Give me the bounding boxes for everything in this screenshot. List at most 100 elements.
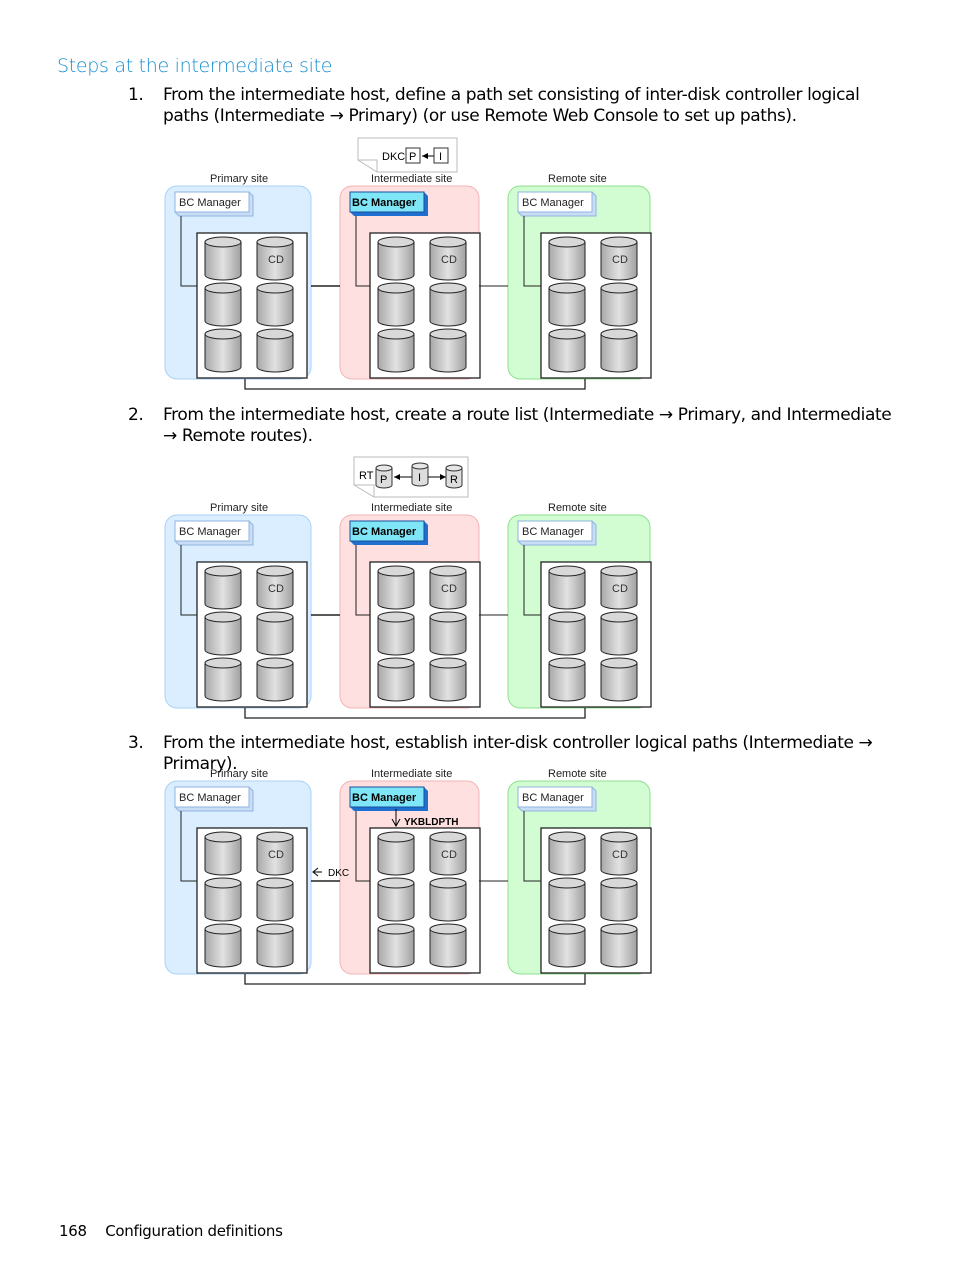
site-label: Remote site — [548, 502, 607, 514]
bc-manager-label: BC Manager — [352, 197, 417, 209]
command-label: YKBLDPTH — [404, 817, 458, 828]
disk-cylinder — [256, 877, 294, 922]
disk-cylinder — [377, 877, 415, 922]
site-label: Primary site — [210, 502, 268, 514]
disk-cylinder — [429, 657, 467, 702]
bc-manager-box: BC Manager — [517, 191, 597, 217]
site-label: Intermediate site — [371, 768, 452, 780]
disk-cylinder — [256, 328, 294, 373]
site-label: Remote site — [548, 768, 607, 780]
disk-cylinder: CD — [256, 831, 294, 876]
disk-cylinder — [600, 877, 638, 922]
link-primary-remote — [244, 379, 586, 390]
disk-cylinder: CD — [429, 831, 467, 876]
disk-cylinder — [548, 923, 586, 968]
disk-cylinder — [256, 657, 294, 702]
disk-cylinder — [548, 236, 586, 281]
disk-cylinder — [204, 611, 242, 656]
disk-cylinder — [204, 657, 242, 702]
disk-cylinder — [256, 611, 294, 656]
cd-label: CD — [441, 583, 457, 595]
bc-manager-label: BC Manager — [179, 792, 241, 804]
remote-site: Remote site BC Manager CD — [507, 502, 652, 709]
bc-manager-box: BC Manager — [517, 786, 597, 812]
disk-cylinder — [548, 657, 586, 702]
disk-cylinder: CD — [256, 236, 294, 281]
diagram-path-set: DKC P I Primary siteBC ManagerCDIntermed… — [164, 137, 652, 390]
disk-cylinder: CD — [600, 565, 638, 610]
bc-manager-box: BC Manager — [174, 786, 254, 812]
intermediate-site: Intermediate site BC Manager CD — [339, 768, 481, 975]
bc-manager-label: BC Manager — [522, 197, 584, 209]
disk-cylinder: CD — [429, 565, 467, 610]
site-label: Intermediate site — [371, 173, 452, 185]
disk-cylinder — [600, 282, 638, 327]
primary-site: Primary site BC Manager CD — [164, 502, 312, 709]
cd-label: CD — [268, 583, 284, 595]
callout-from: P — [409, 151, 416, 163]
bc-manager-label: BC Manager — [179, 197, 241, 209]
bc-manager-label: BC Manager — [179, 526, 241, 538]
cd-label: CD — [612, 849, 628, 861]
disk-cylinder — [600, 328, 638, 373]
disk-cylinder — [204, 328, 242, 373]
bc-manager-box: BC Manager — [349, 786, 428, 811]
disk-cylinder — [204, 877, 242, 922]
bc-manager-box: BC Manager — [174, 191, 254, 217]
route-remote-cylinder: R — [445, 464, 463, 489]
disk-cylinder — [377, 611, 415, 656]
disk-cylinder — [204, 923, 242, 968]
diagram-route-list: RT P I R Primary siteBC ManagerCDInterme… — [164, 456, 652, 719]
page-footer: 168 Configuration definitions — [59, 1222, 283, 1240]
cd-label: CD — [268, 254, 284, 266]
disk-cylinder — [256, 923, 294, 968]
disk-cylinder — [377, 565, 415, 610]
disk-cylinder: CD — [256, 565, 294, 610]
disk-cylinder — [548, 831, 586, 876]
disk-cylinder — [377, 923, 415, 968]
disk-cylinder — [600, 923, 638, 968]
section-heading: Steps at the intermediate site — [57, 55, 333, 77]
disk-cylinder — [600, 611, 638, 656]
route-intermediate-label: I — [418, 472, 421, 484]
callout-to: I — [439, 151, 442, 163]
site-label: Primary site — [210, 173, 268, 185]
disk-cylinder — [548, 282, 586, 327]
link-primary-remote — [244, 708, 586, 719]
disk-cylinder — [429, 877, 467, 922]
site-label: Intermediate site — [371, 502, 452, 514]
disk-cylinder: CD — [429, 236, 467, 281]
step-number: 2. — [128, 405, 144, 425]
dkc-label: DKC — [328, 868, 349, 879]
callout-prefix: DKC — [382, 151, 405, 163]
cd-label: CD — [612, 254, 628, 266]
route-primary-cylinder: P — [375, 464, 393, 489]
site-label: Primary site — [210, 768, 268, 780]
intermediate-site: Intermediate site BC Manager CD — [339, 173, 481, 380]
route-primary-label: P — [380, 474, 387, 486]
disk-cylinder: CD — [600, 236, 638, 281]
disk-cylinder — [204, 565, 242, 610]
bc-manager-box: BC Manager — [349, 191, 428, 216]
remote-site: Remote site BC Manager CD — [507, 768, 652, 975]
bc-manager-box: BC Manager — [174, 520, 254, 546]
disk-cylinder: CD — [600, 831, 638, 876]
disk-cylinder — [429, 282, 467, 327]
disk-cylinder — [429, 923, 467, 968]
step-number: 3. — [128, 733, 144, 753]
cd-label: CD — [441, 254, 457, 266]
dkc-callout: DKC P I — [357, 137, 458, 173]
step-text: From the intermediate host, create a rou… — [163, 405, 892, 446]
disk-cylinder — [429, 328, 467, 373]
disk-cylinder — [548, 328, 586, 373]
disk-cylinder — [377, 282, 415, 327]
step-number: 1. — [128, 85, 144, 105]
disk-cylinder — [377, 657, 415, 702]
cd-label: CD — [612, 583, 628, 595]
disk-cylinder — [548, 565, 586, 610]
bc-manager-label: BC Manager — [522, 526, 584, 538]
link-primary-remote — [244, 974, 586, 985]
disk-cylinder — [377, 236, 415, 281]
site-label: Remote site — [548, 173, 607, 185]
cd-label: CD — [268, 849, 284, 861]
